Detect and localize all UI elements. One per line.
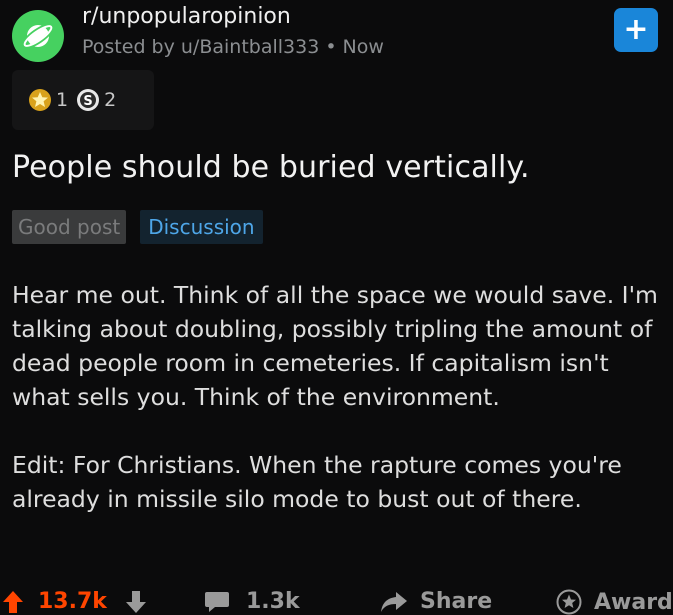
post-flair[interactable]: Discussion: [140, 210, 263, 244]
upvote-count: 13.7k: [38, 589, 107, 614]
award-silver[interactable]: S 2: [76, 88, 116, 112]
comment-icon: [205, 591, 229, 612]
svg-text:S: S: [83, 94, 92, 109]
gold-award-icon: [29, 89, 51, 111]
award-icon: [556, 589, 582, 615]
upvote-group: 13.7k: [2, 589, 147, 614]
subreddit-name[interactable]: r/unpopularopinion: [82, 4, 291, 29]
award-gold[interactable]: 1: [28, 88, 68, 112]
flair-row: Good post Discussion: [12, 210, 263, 244]
share-icon: [381, 591, 407, 612]
award-silver-count: 2: [104, 89, 117, 111]
body-paragraph: Hear me out. Think of all the space we w…: [12, 281, 658, 411]
action-bar: 13.7k 1.3k Share Award: [0, 585, 673, 615]
share-label: Share: [420, 589, 493, 614]
comments-button[interactable]: 1.3k: [204, 589, 300, 614]
silver-award-icon: S: [77, 89, 100, 111]
post-body: Hear me out. Think of all the space we w…: [12, 278, 667, 516]
user-flair: Good post: [12, 210, 127, 244]
award-label: Award: [594, 589, 673, 615]
post-header: r/unpopularopinion Posted by u/Baintball…: [12, 4, 662, 64]
comment-count: 1.3k: [246, 589, 300, 614]
award-gold-count: 1: [56, 89, 69, 111]
post-meta: Posted by u/Baintball333 • Now: [82, 36, 384, 58]
upvote-arrow-icon[interactable]: [2, 590, 24, 614]
join-button[interactable]: +: [614, 8, 658, 52]
post-title[interactable]: People should be buried vertically.: [12, 150, 530, 185]
post-time: Now: [342, 36, 384, 58]
subreddit-avatar[interactable]: [12, 10, 64, 62]
awards-bar[interactable]: 1 S 2: [12, 70, 154, 130]
award-button[interactable]: Award: [556, 589, 673, 615]
downvote-arrow-icon[interactable]: [125, 590, 147, 614]
body-paragraph: Edit: For Christians. When the rapture c…: [12, 451, 622, 513]
planet-icon: [21, 23, 55, 49]
meta-separator: •: [325, 36, 337, 58]
share-button[interactable]: Share: [380, 589, 492, 614]
posted-by[interactable]: Posted by u/Baintball333: [82, 36, 319, 58]
